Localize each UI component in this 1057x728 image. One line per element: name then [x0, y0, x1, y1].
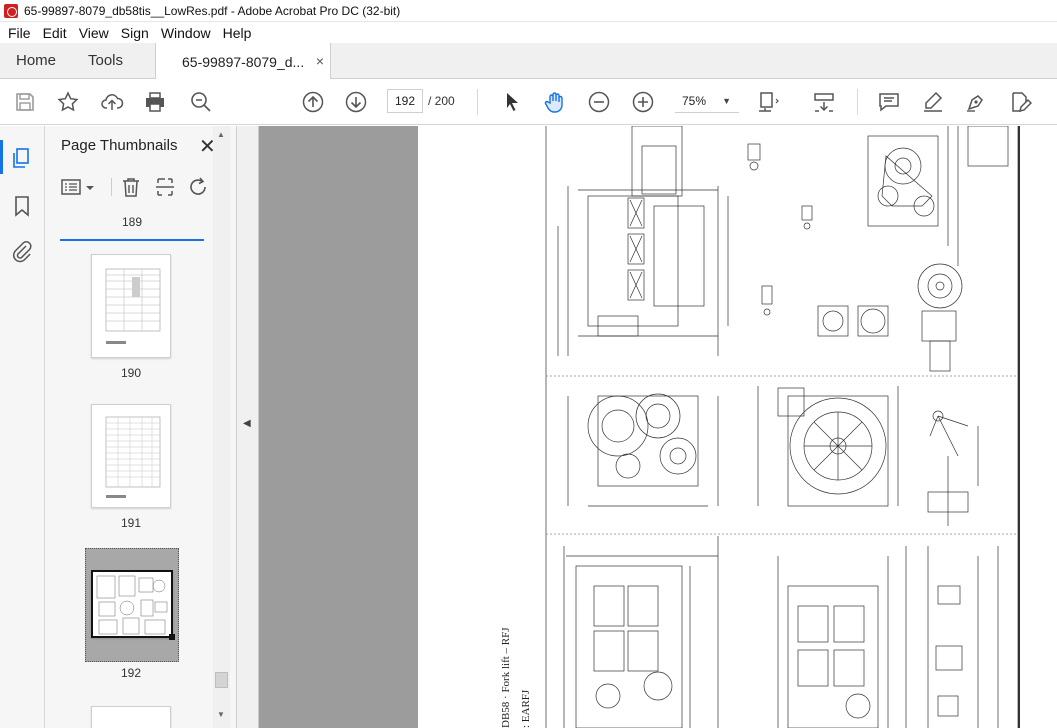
zoom-search-icon[interactable] — [189, 90, 213, 114]
toolbar-separator — [857, 89, 858, 115]
active-indicator — [0, 140, 3, 174]
main-toolbar — [0, 79, 1057, 125]
upload-icon[interactable] — [100, 90, 124, 114]
tab-strip: Home Tools 65-99897-8079_d... × — [0, 43, 1057, 80]
hand-tool-icon[interactable] — [543, 90, 567, 114]
drawing-title-label: DB58 · Fork lift – RFJ — [500, 627, 512, 728]
close-tab-icon[interactable]: × — [316, 53, 324, 69]
chevron-down-icon: ▼ — [722, 96, 731, 106]
scroll-down-icon[interactable]: ▼ — [217, 710, 225, 719]
title-bar: 65-99897-8079_db58tis__LowRes.pdf - Adob… — [0, 0, 1057, 22]
page-number-input[interactable]: 192 — [387, 89, 423, 113]
scroll-mode-icon[interactable] — [812, 90, 836, 114]
options-menu-icon[interactable] — [61, 176, 97, 198]
thumbnail-preview — [96, 575, 168, 635]
resize-handle[interactable] — [169, 634, 175, 640]
left-navigation-rail — [0, 126, 45, 728]
toolbar-separator — [477, 89, 478, 115]
tab-document[interactable]: 65-99897-8079_d... × — [155, 43, 331, 80]
sign-icon[interactable] — [964, 90, 988, 114]
page-total-label: / 200 — [428, 94, 455, 108]
thumbnail-page-190[interactable] — [91, 254, 171, 358]
thumbnail-label-190: 190 — [120, 366, 142, 380]
rotate-page-icon[interactable] — [188, 176, 210, 198]
scroll-up-icon[interactable]: ▲ — [217, 130, 225, 139]
thumbnail-preview — [105, 416, 161, 498]
tool-separator — [111, 178, 112, 196]
thumbnail-label-189: 189 — [122, 215, 143, 229]
pdf-page-192[interactable]: DB58 · Fork lift – RFJ : EARFJ — [418, 126, 1057, 728]
menu-sign[interactable]: Sign — [115, 25, 155, 41]
chevron-left-icon: ◀ — [243, 418, 251, 429]
page-thumbnails-icon[interactable] — [10, 146, 34, 170]
zoom-level-dropdown[interactable]: 75% ▼ — [675, 89, 739, 113]
delete-page-icon[interactable] — [120, 176, 142, 198]
menu-file[interactable]: File — [2, 25, 37, 41]
collapse-panel-handle[interactable]: ◀ — [237, 126, 259, 728]
thumbnail-preview — [105, 268, 161, 344]
page-thumbnails-panel: Page Thumbnails ✕ 189 190 191 192 — [45, 126, 237, 728]
engine-drawing — [545, 126, 1020, 728]
thumbnail-page-next[interactable] — [91, 706, 171, 728]
menu-window[interactable]: Window — [155, 25, 217, 41]
extract-page-icon[interactable] — [154, 176, 176, 198]
edit-pdf-icon[interactable] — [1008, 90, 1032, 114]
zoom-level-value: 75% — [682, 94, 707, 108]
thumbnail-drop-indicator — [60, 239, 204, 241]
zoom-out-icon[interactable] — [587, 90, 611, 114]
print-icon[interactable] — [143, 90, 167, 114]
bookmarks-icon[interactable] — [10, 194, 34, 218]
comment-icon[interactable] — [877, 90, 901, 114]
menu-edit[interactable]: Edit — [37, 25, 73, 41]
acrobat-logo-icon — [4, 3, 18, 18]
tab-home[interactable]: Home — [16, 43, 56, 79]
menu-bar: File Edit View Sign Window Help — [0, 22, 1057, 43]
fit-page-icon[interactable] — [756, 90, 780, 114]
highlight-icon[interactable] — [921, 90, 945, 114]
zoom-in-icon[interactable] — [631, 90, 655, 114]
thumbnail-label-192: 192 — [120, 666, 142, 680]
page-up-icon[interactable] — [301, 90, 325, 114]
menu-view[interactable]: View — [73, 25, 115, 41]
page-down-icon[interactable] — [344, 90, 368, 114]
thumbnail-toolbar — [45, 172, 236, 202]
tab-tools[interactable]: Tools — [88, 43, 123, 79]
window-title: 65-99897-8079_db58tis__LowRes.pdf - Adob… — [24, 3, 401, 18]
thumbnail-page-191[interactable] — [91, 404, 171, 508]
bookmark-star-icon[interactable] — [56, 90, 80, 114]
panel-title: Page Thumbnails — [61, 137, 178, 154]
thumbnail-label-191: 191 — [120, 516, 142, 530]
attachments-icon[interactable] — [10, 240, 34, 264]
select-arrow-icon[interactable] — [500, 90, 524, 114]
scrollbar-thumb[interactable] — [215, 672, 228, 688]
thumbnail-scrollbar[interactable]: ▲ ▼ — [213, 126, 230, 728]
document-tab-label: 65-99897-8079_d... — [182, 53, 305, 70]
save-icon[interactable] — [13, 90, 37, 114]
thumbnail-page-192[interactable] — [91, 570, 175, 640]
drawing-subtitle-label: : EARFJ — [520, 689, 532, 728]
menu-help[interactable]: Help — [217, 25, 258, 41]
